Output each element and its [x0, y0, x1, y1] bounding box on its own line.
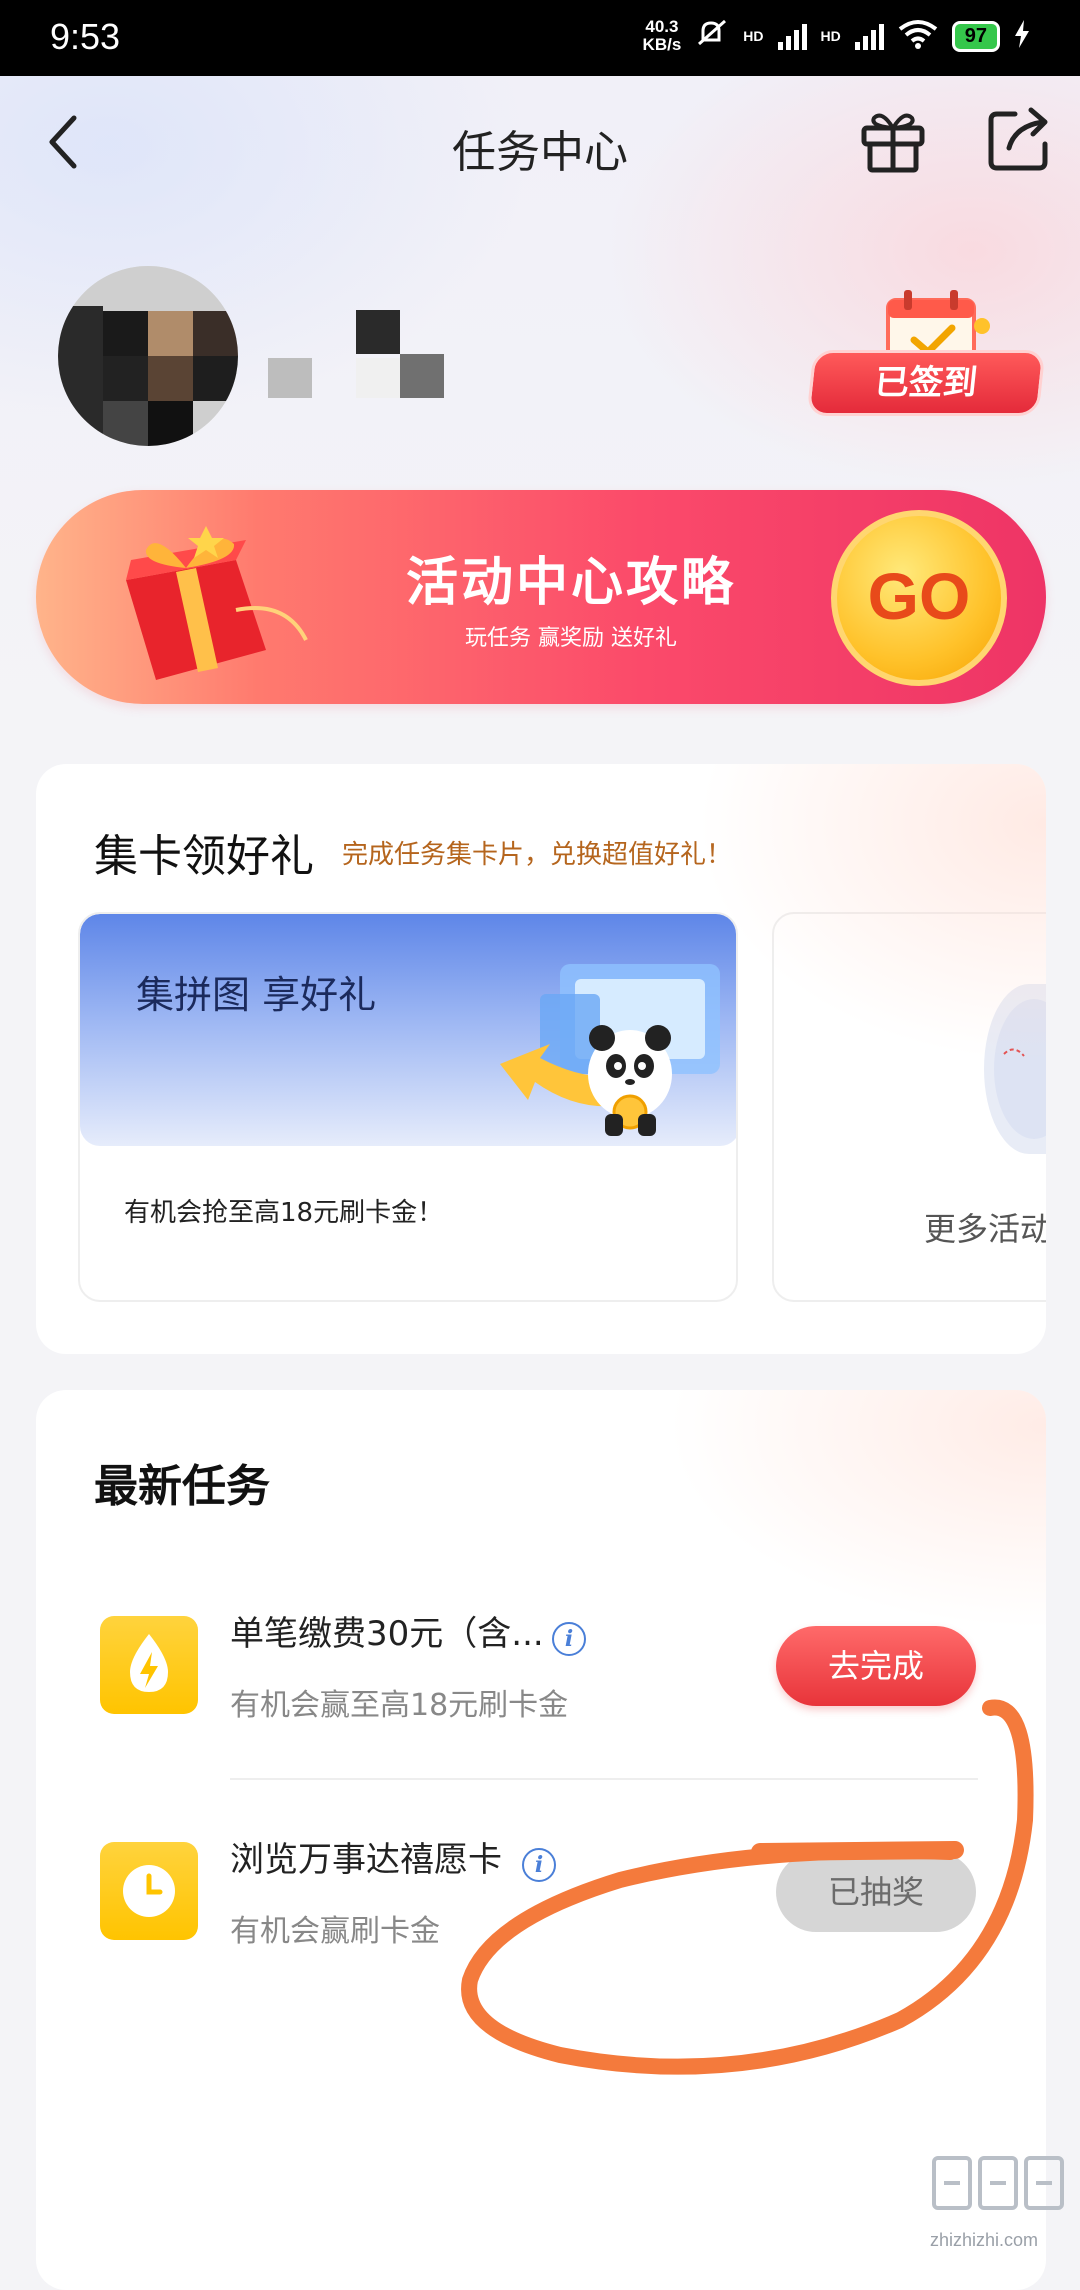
status-bar: 9:53 40.3 KB/s HD HD 97: [0, 0, 1080, 76]
avatar[interactable]: [58, 266, 238, 446]
section-title: 集卡领好礼: [94, 831, 314, 882]
signal-icon-2: [854, 22, 884, 50]
nav-bar: 任务中心: [0, 76, 1080, 206]
complete-task-button[interactable]: 去完成: [776, 1626, 976, 1706]
status-icons: 40.3 KB/s HD HD 97: [643, 18, 1030, 54]
task-subtitle: 有机会赢至高18元刷卡金: [230, 1688, 569, 1723]
info-icon[interactable]: i: [522, 1848, 556, 1882]
drop-bolt-icon: [100, 1616, 198, 1714]
hd-label-2: HD: [820, 28, 841, 44]
signal-icon-1: [777, 22, 807, 50]
section-title: 最新任务: [94, 1461, 270, 1512]
mute-icon: [695, 18, 729, 54]
activity-banner[interactable]: 活动中心攻略 玩任务 赢奖励 送好礼 GO: [36, 490, 1046, 704]
checkin-label: 已签到: [806, 350, 1046, 416]
task-title: 单笔缴费30元（含...: [230, 1614, 544, 1654]
net-speed-value: 40.3: [645, 17, 679, 36]
more-activities-card[interactable]: 更多活动: [772, 912, 1046, 1302]
checkin-badge[interactable]: 已签到: [806, 286, 1046, 426]
charging-icon: [1014, 19, 1030, 53]
more-activities-label: 更多活动: [924, 1210, 1046, 1248]
puzzle-activity-image: 集拼图 享好礼: [80, 914, 736, 1146]
gift-icon[interactable]: [858, 104, 928, 174]
section-subtitle: 完成任务集卡片，兑换超值好礼！: [342, 840, 733, 870]
net-speed: 40.3 KB/s: [643, 18, 682, 54]
divider: [230, 1778, 978, 1780]
latest-tasks-section: 最新任务 单笔缴费30元（含... i 有机会赢至高18元刷卡金 去完成 浏览万…: [36, 1390, 1046, 2290]
task-subtitle: 有机会赢刷卡金: [230, 1914, 440, 1949]
clock-icon: [100, 1842, 198, 1940]
puzzle-activity-desc: 有机会抢至高18元刷卡金！: [124, 1198, 444, 1228]
hd-label-1: HD: [743, 28, 764, 44]
watermark-logo-icon: [930, 2150, 1070, 2220]
watermark-text: zhizhizhi.com: [930, 2230, 1039, 2250]
puzzle-activity-card[interactable]: 集拼图 享好礼 有机会抢至高18元刷卡金！: [78, 912, 738, 1302]
info-icon[interactable]: i: [552, 1622, 586, 1656]
battery-icon: 97: [951, 20, 1000, 52]
task-title: 浏览万事达禧愿卡: [230, 1840, 502, 1880]
go-button[interactable]: GO: [831, 510, 1007, 686]
wifi-icon: [898, 19, 938, 54]
lottery-done-button: 已抽奖: [776, 1852, 976, 1932]
card-collection-section: 集卡领好礼 完成任务集卡片，兑换超值好礼！ 集拼图 享好礼 有机会抢至高18元刷…: [36, 764, 1046, 1354]
panda-illustration-icon: [480, 954, 730, 1144]
net-speed-unit: KB/s: [642, 35, 682, 54]
username-blurred: [268, 310, 448, 400]
more-activities-image: [984, 984, 1046, 1154]
status-time: 9:53: [50, 16, 121, 57]
share-icon[interactable]: [985, 104, 1055, 174]
puzzle-activity-title: 集拼图 享好礼: [136, 973, 377, 1017]
